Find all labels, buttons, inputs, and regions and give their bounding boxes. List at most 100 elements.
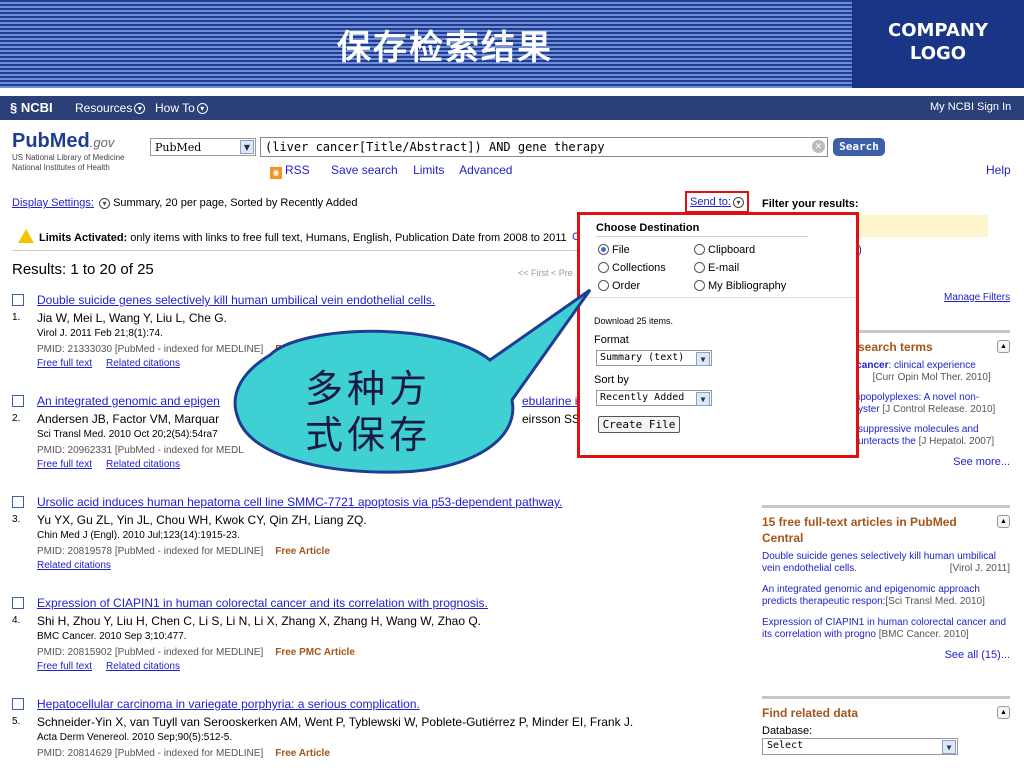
radio-label: E-mail	[708, 262, 740, 274]
signin-link[interactable]: Sign In	[977, 101, 1011, 113]
sort-label: Sort by	[594, 374, 629, 386]
chevron-down-icon[interactable]: ▾	[99, 197, 110, 209]
free-full-text-link[interactable]: Free full text	[37, 661, 92, 672]
ncbi-logo[interactable]: § NCBI	[10, 100, 53, 115]
result-number: 5.	[12, 716, 21, 727]
send-to-menu[interactable]: Send to: ▾	[685, 191, 749, 213]
database-select[interactable]: PubMed ▼	[150, 138, 256, 156]
result-journal: Virol J. 2011 Feb 21;8(1):74.	[37, 328, 163, 339]
result-checkbox[interactable]	[12, 698, 24, 710]
free-article-item[interactable]: An integrated genomic and epigenomic app…	[762, 584, 1010, 608]
result-links: Free full text Related citations	[37, 661, 194, 672]
resources-label: Resources	[75, 101, 133, 115]
related-citations-link[interactable]: Related citations	[37, 560, 111, 571]
rss-link[interactable]: ◉ RSS	[270, 163, 322, 179]
result-checkbox[interactable]	[12, 496, 24, 508]
free-article-item[interactable]: Expression of CIAPIN1 in human colorecta…	[762, 617, 1010, 641]
free-article-item[interactable]: Double suicide genes selectively kill hu…	[762, 551, 1010, 575]
ncbi-toolbar: § NCBI Resources ▾ How To ▾ My NCBI Sign I…	[0, 96, 1024, 120]
pubmed-word: PubMed	[12, 130, 90, 152]
related-citations-link[interactable]: Related citations	[106, 459, 180, 470]
create-file-button[interactable]: Create File	[598, 416, 680, 433]
ncbi-helix-icon: §	[10, 100, 18, 115]
radio-label: Collections	[612, 262, 666, 274]
chevron-down-icon: ▾	[134, 103, 146, 115]
pmid-text: PMID: 20819578 [PubMed - indexed for MED…	[37, 546, 264, 557]
pmid-text: PMID: 21333030 [PubMed - indexed for MED…	[37, 344, 264, 355]
pager[interactable]: << First < Pre	[518, 268, 573, 278]
send-to-label: Send to:	[690, 196, 731, 208]
radio-label: File	[612, 244, 630, 256]
result-title[interactable]: Hepatocellular carcinoma in variegate po…	[37, 697, 420, 711]
ncbi-logo-text: NCBI	[20, 100, 53, 115]
term-text: ipopolyplexes: A novel non-	[858, 392, 980, 403]
result-checkbox[interactable]	[12, 294, 24, 306]
help-link[interactable]: Help	[986, 163, 1011, 177]
result-title[interactable]: Double suicide genes selectively kill hu…	[37, 293, 435, 307]
filter-title: Filter your results:	[762, 198, 859, 210]
result-journal: Chin Med J (Engl). 2010 Jul;123(14):1915…	[37, 530, 240, 541]
term-text: : clinical experience	[888, 360, 976, 371]
result-pmid: PMID: 20815902 [PubMed - indexed for MED…	[37, 647, 355, 658]
chevron-down-icon: ▼	[240, 140, 254, 154]
manage-filters-link[interactable]: Manage Filters	[944, 292, 1010, 303]
chevron-down-icon: ▼	[942, 740, 956, 754]
myncbi-link[interactable]: My NCBI	[930, 101, 974, 113]
radio-order[interactable]: Order	[598, 280, 640, 292]
result-checkbox[interactable]	[12, 395, 24, 407]
popup-divider	[580, 297, 856, 298]
pubmed-logo-text: PubMed.gov	[12, 130, 142, 153]
related-database-select[interactable]: Select ▼	[762, 738, 958, 755]
result-title[interactable]: An integrated genomic and epigen	[37, 394, 220, 408]
pubmed-logo[interactable]: PubMed.gov US National Library of Medici…	[12, 130, 142, 173]
chevron-down-icon: ▾	[196, 103, 208, 115]
resources-menu[interactable]: Resources ▾	[75, 101, 146, 115]
result-title-end[interactable]: ebularine in	[522, 394, 584, 408]
panel-divider	[762, 696, 1010, 699]
result-journal: Sci Transl Med. 2010 Oct 20;2(54):54ra7	[37, 429, 218, 440]
collapse-icon[interactable]: ▲	[997, 340, 1010, 353]
term-source: [J Hepatol. 2007]	[918, 436, 995, 447]
collapse-icon[interactable]: ▲	[997, 706, 1010, 719]
howto-menu[interactable]: How To ▾	[155, 101, 208, 115]
result-number: 2.	[12, 413, 21, 424]
result-authors: Shi H, Zhou Y, Liu H, Chen C, Li S, Li N…	[37, 614, 481, 628]
radio-email[interactable]: E-mail	[694, 262, 739, 274]
radio-clipboard[interactable]: Clipboard	[694, 244, 755, 256]
related-citations-link[interactable]: Related citations	[106, 358, 180, 369]
save-search-link[interactable]: Save search	[331, 163, 398, 177]
result-title[interactable]: Expression of CIAPIN1 in human colorecta…	[37, 596, 488, 610]
result-title[interactable]: Ursolic acid induces human hepatoma cell…	[37, 495, 562, 509]
radio-bibliography[interactable]: My Bibliography	[694, 280, 786, 292]
download-count: Download 25 items.	[594, 316, 674, 326]
collapse-icon[interactable]: ▲	[997, 515, 1010, 528]
radio-file[interactable]: File	[598, 244, 630, 256]
format-value: Summary (text)	[600, 352, 685, 363]
related-data-panel: Find related data ▲ Database: Select ▼	[762, 696, 1010, 755]
divider	[12, 250, 582, 251]
result-checkbox[interactable]	[12, 597, 24, 609]
result-pmid: PMID: 20814629 [PubMed - indexed for MED…	[37, 748, 330, 759]
database-label: Database:	[762, 725, 813, 737]
radio-icon	[694, 244, 705, 255]
format-select[interactable]: Summary (text) ▼	[596, 350, 712, 366]
logo-line-1: COMPANY	[888, 20, 988, 41]
clear-icon[interactable]: ✕	[812, 140, 825, 153]
sort-select[interactable]: Recently Added ▼	[596, 390, 712, 406]
free-article-label: Free Article	[275, 546, 330, 557]
free-article-source: [BMC Cancer. 2010]	[878, 629, 969, 640]
search-input[interactable]: (liver cancer[Title/Abstract]) AND gene …	[260, 137, 828, 157]
free-full-text-link[interactable]: Free full text	[37, 459, 92, 470]
rss-label: RSS	[285, 163, 310, 177]
result-links: Related citations	[37, 560, 125, 571]
free-full-text-link[interactable]: Free full text	[37, 358, 92, 369]
related-citations-link[interactable]: Related citations	[106, 661, 180, 672]
advanced-link[interactable]: Advanced	[459, 163, 512, 177]
result-number: 1.	[12, 312, 21, 323]
search-button[interactable]: Search	[833, 138, 885, 156]
limits-link[interactable]: Limits	[413, 163, 444, 177]
result-journal: BMC Cancer. 2010 Sep 3;10:477.	[37, 631, 187, 642]
see-all-link[interactable]: See all (15)...	[762, 649, 1010, 661]
radio-collections[interactable]: Collections	[598, 262, 666, 274]
display-settings-link[interactable]: Display Settings:	[12, 197, 94, 209]
